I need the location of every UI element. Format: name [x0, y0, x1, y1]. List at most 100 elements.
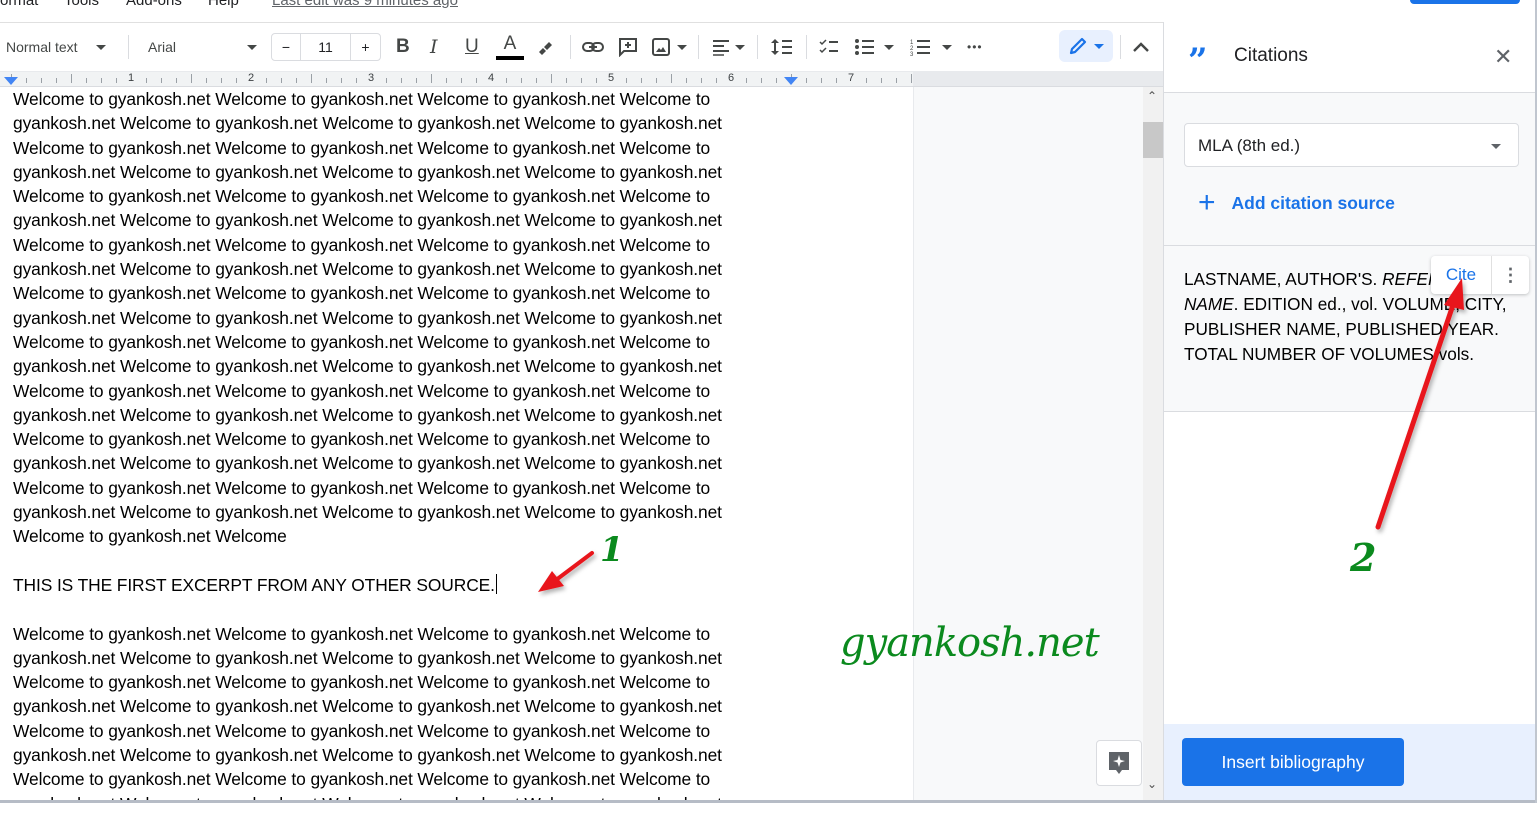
image-icon [652, 38, 670, 56]
ruler-tick [521, 78, 522, 83]
citation-style-value: MLA (8th ed.) [1198, 136, 1301, 155]
citation-actions: Cite ⋮ [1431, 256, 1529, 294]
ruler-tick [341, 78, 342, 83]
ruler-tick [836, 78, 837, 83]
decrease-font-size-button[interactable]: − [272, 34, 301, 60]
checklist-button[interactable] [818, 23, 840, 71]
ruler-tick [101, 78, 102, 83]
more-options-button[interactable]: ••• [967, 23, 983, 71]
increase-font-size-button[interactable]: + [351, 34, 380, 60]
chevron-down-icon [677, 44, 687, 50]
ruler-tick [671, 74, 672, 83]
highlight-button[interactable] [535, 23, 555, 71]
document-line: Welcome to gyankosh.net Welcome to gyank… [13, 623, 711, 644]
bulleted-list-button[interactable] [854, 23, 894, 71]
cite-button[interactable]: Cite [1431, 256, 1492, 294]
document-line: gyankosh.net Welcome to gyankosh.net Wel… [13, 356, 722, 377]
excerpt-paragraph: THIS IS THE FIRST EXCERPT FROM ANY OTHER… [13, 573, 783, 597]
align-button[interactable] [711, 23, 745, 71]
ruler-number: 4 [488, 72, 495, 84]
paragraph-style-select[interactable]: Normal text [6, 23, 106, 71]
underline-button[interactable]: U [465, 23, 479, 71]
close-icon[interactable]: ✕ [1494, 44, 1512, 70]
highlighter-icon [539, 42, 552, 55]
ruler-tick [206, 78, 207, 83]
document-page[interactable]: Welcome to gyankosh.net Welcome to gyank… [0, 87, 913, 800]
svg-text:3: 3 [910, 52, 914, 57]
chevron-down-icon [247, 44, 257, 50]
toolbar-divider [570, 35, 571, 59]
ruler-tick [26, 78, 27, 83]
line-spacing-button[interactable] [770, 23, 794, 71]
more-vert-icon[interactable]: ⋮ [1492, 256, 1529, 294]
ruler-tick [41, 78, 42, 83]
insert-link-button[interactable] [581, 23, 605, 71]
ruler-tick [191, 74, 192, 83]
add-comment-icon [619, 38, 637, 57]
menu-help[interactable]: Help [208, 0, 239, 9]
italic-button[interactable]: I [430, 23, 438, 71]
ruler-tick [461, 78, 462, 83]
ruler-tick [536, 78, 537, 83]
ruler-tick [866, 78, 867, 83]
text-color-button[interactable]: A [496, 23, 524, 71]
insert-bibliography-button[interactable]: Insert bibliography [1182, 738, 1404, 786]
ruler-tick [506, 78, 507, 83]
chevron-down-icon [1094, 43, 1104, 49]
ruler-tick [551, 74, 552, 83]
paragraph: Welcome to gyankosh.net Welcome to gyank… [13, 622, 783, 800]
add-citation-source-button[interactable]: + Add citation source [1198, 188, 1395, 218]
editing-mode-button[interactable] [1059, 30, 1113, 62]
ruler-number: 5 [608, 72, 615, 84]
ruler-tick [431, 74, 432, 83]
paragraph-style-value: Normal text [6, 39, 78, 55]
document-body[interactable]: Welcome to gyankosh.net Welcome to gyank… [13, 87, 783, 800]
add-comment-button[interactable] [618, 23, 638, 71]
numbered-list-button[interactable]: 123 [910, 23, 952, 71]
scroll-up-icon[interactable]: ⌃ [1147, 89, 1157, 103]
insert-image-button[interactable] [651, 23, 687, 71]
font-select[interactable]: Arial [148, 23, 260, 71]
bold-button[interactable]: B [396, 23, 410, 71]
explore-button[interactable] [1096, 740, 1142, 786]
ruler-tick [686, 78, 687, 83]
excerpt-text: THIS IS THE FIRST EXCERPT FROM ANY OTHER… [13, 574, 495, 595]
link-icon [582, 42, 604, 52]
chevron-up-icon [1133, 42, 1149, 52]
scrollbar-thumb[interactable] [1143, 122, 1163, 158]
document-line: Welcome to gyankosh.net Welcome to gyank… [13, 769, 711, 790]
ruler-tick [716, 78, 717, 83]
share-button[interactable] [1410, 0, 1520, 4]
document-line: gyankosh.net Welcome to gyankosh.net Wel… [13, 259, 722, 280]
ruler-tick [821, 78, 822, 83]
menu-add-ons[interactable]: Add-ons [126, 0, 182, 9]
hide-menus-button[interactable] [1132, 23, 1150, 71]
citation-source-card[interactable]: LASTNAME, AUTHOR'S. REFERENCE NAME. EDIT… [1164, 246, 1536, 411]
ruler-tick [236, 78, 237, 83]
document-line: Welcome to gyankosh.net Welcome to gyank… [13, 477, 711, 498]
pencil-icon [1069, 37, 1087, 55]
menu-format[interactable]: ormat [0, 0, 38, 9]
text-cursor [495, 573, 498, 594]
ruler-tick [56, 78, 57, 83]
toolbar-divider [1120, 35, 1121, 59]
ruler[interactable]: 1 2 3 4 5 6 7 [0, 71, 913, 87]
ruler-tick [911, 74, 912, 83]
document-line: Welcome to gyankosh.net Welcome to gyank… [13, 89, 711, 109]
ruler-tick [641, 78, 642, 83]
menu-tools[interactable]: Tools [64, 0, 99, 9]
vertical-scrollbar[interactable]: ⌃ ⌄ [1143, 87, 1163, 800]
right-indent-marker[interactable] [784, 77, 798, 85]
font-value: Arial [148, 39, 177, 55]
last-edit-link[interactable]: Last edit was 9 minutes ago [272, 0, 458, 9]
document-line: gyankosh.net Welcome to gyankosh.net Wel… [13, 792, 783, 800]
ruler-tick [416, 78, 417, 83]
panel-header: ” Citations ✕ [1164, 22, 1536, 93]
font-size-input[interactable]: 11 [301, 34, 351, 60]
scroll-down-icon[interactable]: ⌄ [1147, 777, 1157, 791]
left-indent-marker[interactable] [4, 77, 18, 85]
citation-style-select[interactable]: MLA (8th ed.) [1184, 123, 1519, 167]
toolbar: Normal text Arial − 11 + B I U A 1 2 3 •… [0, 22, 1163, 71]
ruler-number: 1 [128, 72, 135, 84]
bulleted-list-icon [855, 39, 874, 55]
